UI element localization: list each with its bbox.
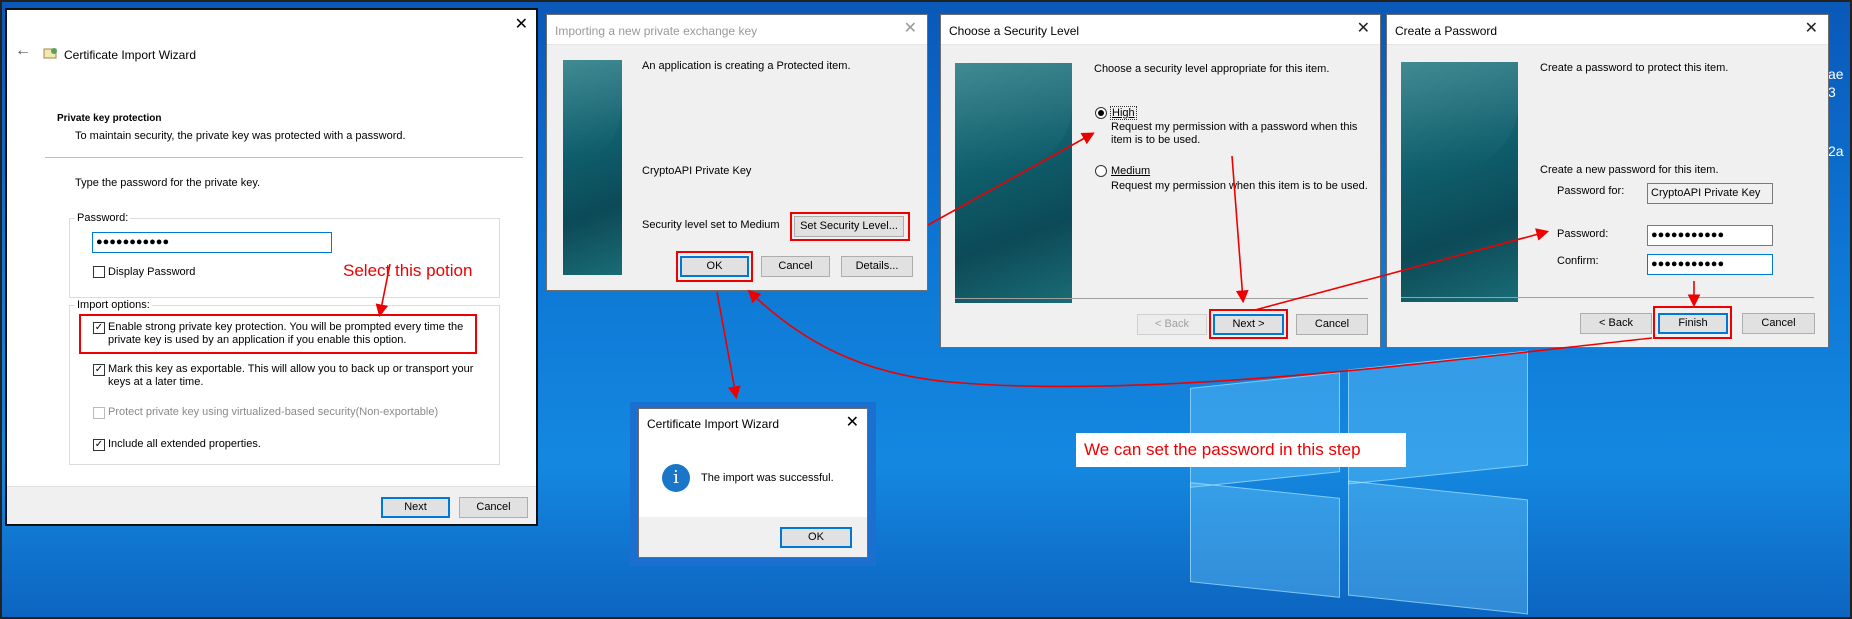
success-message: The import was successful. <box>701 472 834 484</box>
dialog-title: Certificate Import Wizard <box>647 417 780 431</box>
ok-button[interactable]: OK <box>780 527 852 548</box>
back-button[interactable]: < Back <box>1580 313 1652 334</box>
wizard-title: Certificate Import Wizard <box>64 48 197 62</box>
vbs-protection-label: Protect private key using virtualized-ba… <box>108 406 439 418</box>
dialog-title: Choose a Security Level <box>949 24 1080 38</box>
title-bar: Create a Password ✕ <box>1387 15 1828 45</box>
item-name: CryptoAPI Private Key <box>642 165 752 177</box>
confirm-input[interactable]: ●●●●●●●●●●● <box>1647 254 1773 275</box>
security-level-image <box>955 63 1072 303</box>
create-password-image <box>1401 62 1518 302</box>
wizard-footer <box>7 486 536 524</box>
strong-protection-highlight <box>79 314 477 354</box>
finish-highlight <box>1653 306 1732 339</box>
footer-separator <box>955 298 1368 299</box>
set-security-highlight <box>790 212 910 241</box>
extended-properties-checkbox[interactable]: ✓ <box>93 439 105 451</box>
dialog-title: Create a Password <box>1395 24 1498 38</box>
password-for-field: CryptoAPI Private Key <box>1647 183 1773 204</box>
certificate-import-wizard-dialog: ✕ ← Certificate Import Wizard Private ke… <box>5 8 538 526</box>
back-button[interactable]: < Back <box>1137 314 1207 335</box>
success-dialog: Certificate Import Wizard ✕ i The import… <box>638 408 868 558</box>
high-radio[interactable] <box>1095 107 1107 119</box>
security-level-text: Security level set to Medium <box>642 219 780 231</box>
desktop-edge-text-3: 2a <box>1828 143 1844 159</box>
create-password-dialog: Create a Password ✕ Create a password to… <box>1386 14 1829 348</box>
close-icon[interactable]: ✕ <box>515 14 528 34</box>
section-title: Private key protection <box>57 113 162 124</box>
cancel-button[interactable]: Cancel <box>1296 314 1368 335</box>
dialog-title: Importing a new private exchange key <box>555 24 758 38</box>
password-for-label: Password for: <box>1557 185 1625 197</box>
create-password-prompt: Create a password to protect this item. <box>1540 62 1729 74</box>
protected-item-dialog: Importing a new private exchange key ✕ A… <box>546 14 928 291</box>
import-options-label: Import options: <box>75 299 152 311</box>
password-group <box>69 218 500 298</box>
desktop-edge-text-2: 3 <box>1828 84 1836 100</box>
password-input[interactable]: ●●●●●●●●●●● <box>92 232 332 253</box>
back-arrow-icon[interactable]: ← <box>15 42 31 60</box>
display-password-label: Display Password <box>108 266 196 278</box>
section-description: To maintain security, the private key wa… <box>75 130 406 142</box>
password-prompt: Type the password for the private key. <box>75 177 261 189</box>
medium-description: Request my permission when this item is … <box>1111 180 1368 192</box>
high-label[interactable]: High <box>1110 106 1137 120</box>
protected-item-message: An application is creating a Protected i… <box>642 60 851 72</box>
close-icon[interactable]: ✕ <box>1805 21 1818 37</box>
high-description: Request my permission with a password wh… <box>1111 121 1358 146</box>
title-bar: Importing a new private exchange key ✕ <box>547 15 927 45</box>
security-level-dialog: Choose a Security Level ✕ Choose a secur… <box>940 14 1381 348</box>
cancel-button[interactable]: Cancel <box>459 497 528 518</box>
display-password-checkbox[interactable] <box>93 266 105 278</box>
medium-label[interactable]: Medium <box>1111 165 1150 177</box>
password-label: Password: <box>1557 228 1609 240</box>
close-icon[interactable]: ✕ <box>846 412 859 432</box>
desktop-edge-text-1: ae <box>1828 66 1844 82</box>
select-option-annotation: Select this potion <box>343 261 473 280</box>
cancel-button[interactable]: Cancel <box>1742 313 1815 334</box>
confirm-label: Confirm: <box>1557 255 1599 267</box>
vbs-protection-checkbox[interactable] <box>93 407 105 419</box>
cancel-button[interactable]: Cancel <box>761 256 830 277</box>
next-highlight <box>1209 309 1288 339</box>
password-input[interactable]: ●●●●●●●●●●● <box>1647 225 1773 246</box>
exportable-label: Mark this key as exportable. This will a… <box>108 363 474 388</box>
windows-logo <box>1190 350 1550 615</box>
next-button[interactable]: Next <box>381 497 450 518</box>
password-label: Password: <box>75 212 131 224</box>
exportable-checkbox[interactable]: ✓ <box>93 364 105 376</box>
certificate-icon <box>43 46 59 60</box>
extended-properties-label: Include all extended properties. <box>108 438 261 450</box>
new-password-prompt: Create a new password for this item. <box>1540 164 1719 176</box>
title-bar: Choose a Security Level ✕ <box>941 15 1380 45</box>
protected-item-image <box>563 60 622 275</box>
footer-separator <box>1401 297 1814 298</box>
medium-radio[interactable] <box>1095 165 1107 177</box>
ok-highlight <box>676 251 753 282</box>
close-icon[interactable]: ✕ <box>1357 21 1370 37</box>
close-icon[interactable]: ✕ <box>904 21 917 37</box>
password-step-annotation: We can set the password in this step <box>1076 433 1406 467</box>
details-button[interactable]: Details... <box>841 256 913 277</box>
info-icon: i <box>662 464 690 492</box>
security-level-prompt: Choose a security level appropriate for … <box>1094 63 1330 75</box>
header-separator <box>45 157 523 158</box>
